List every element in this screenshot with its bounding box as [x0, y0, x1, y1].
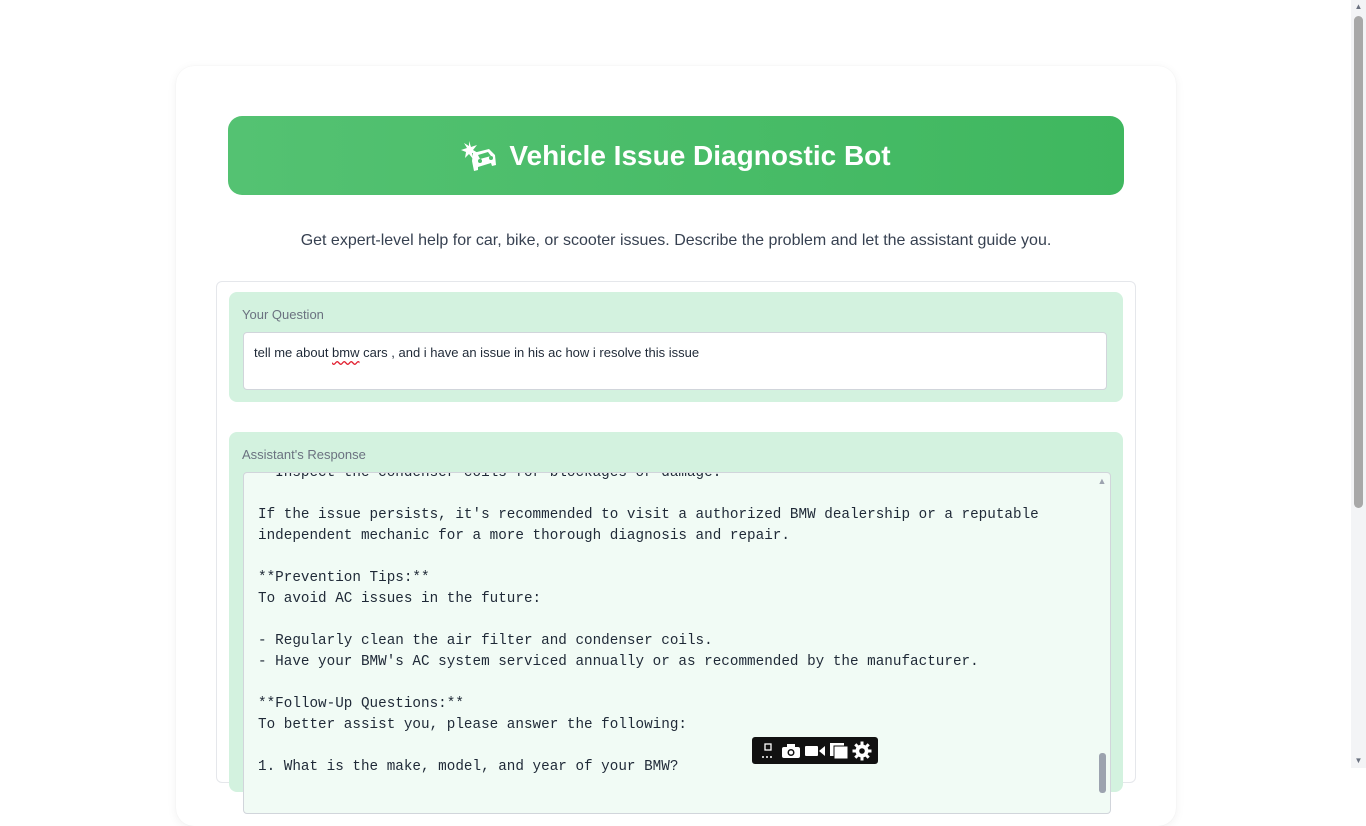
- floating-toolbar: [752, 737, 878, 764]
- misspelled-word: bmw: [332, 345, 360, 360]
- header-banner: Vehicle Issue Diagnostic Bot: [228, 116, 1124, 195]
- response-scrollbar-thumb[interactable]: [1099, 753, 1106, 793]
- response-block: Assistant's Response - Inspect the conde…: [229, 432, 1123, 814]
- response-text: - Inspect the condenser coils for blocka…: [258, 472, 1039, 775]
- scroll-up-arrow-icon[interactable]: ▲: [1096, 476, 1108, 486]
- video-icon[interactable]: [804, 741, 826, 761]
- copy-icon[interactable]: [828, 741, 850, 761]
- response-label: Assistant's Response: [242, 447, 366, 462]
- question-label: Your Question: [242, 307, 324, 322]
- page-title: Vehicle Issue Diagnostic Bot: [509, 139, 891, 171]
- page-scrollbar[interactable]: ▲ ▼: [1351, 0, 1366, 768]
- car-crash-icon: [461, 139, 499, 173]
- camera-icon[interactable]: [780, 741, 802, 761]
- page-subtitle: Get expert-level help for car, bike, or …: [300, 232, 1052, 249]
- scroll-down-arrow-icon[interactable]: ▼: [1351, 754, 1366, 768]
- settings-icon[interactable]: [851, 741, 873, 761]
- page-scrollbar-thumb[interactable]: [1354, 16, 1363, 508]
- question-input[interactable]: tell me about bmw cars , and i have an i…: [243, 332, 1107, 390]
- scroll-up-arrow-icon[interactable]: ▲: [1351, 0, 1366, 14]
- response-output[interactable]: - Inspect the condenser coils for blocka…: [243, 472, 1111, 814]
- question-text-end: cars , and i have an issue in his ac how…: [359, 345, 700, 360]
- question-block: Your Question tell me about bmw cars , a…: [229, 292, 1123, 402]
- question-text-start: tell me about: [254, 345, 333, 360]
- screenshot-area-icon[interactable]: [757, 741, 779, 761]
